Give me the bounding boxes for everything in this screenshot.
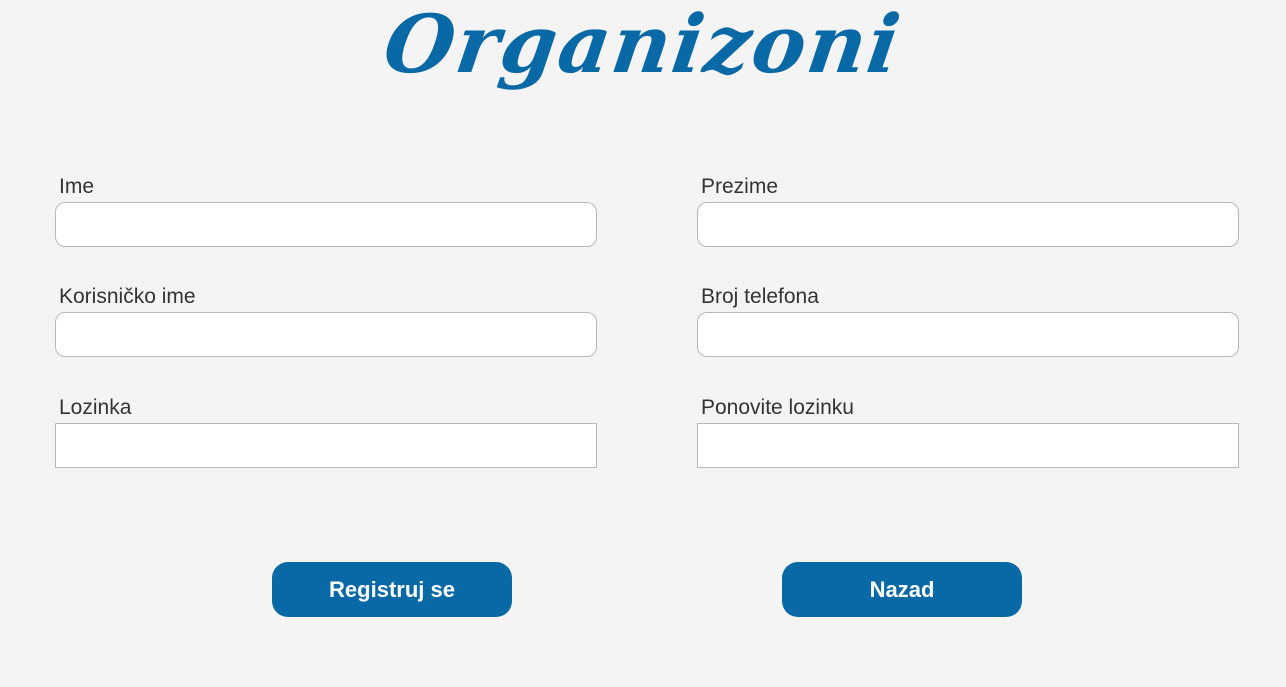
last-name-field: Prezime	[697, 172, 1239, 247]
phone-input[interactable]	[697, 312, 1239, 357]
username-field: Korisničko ime	[55, 282, 597, 357]
password-label: Lozinka	[59, 396, 132, 419]
phone-field: Broj telefona	[697, 282, 1239, 357]
password-repeat-field: Ponovite lozinku	[697, 393, 1239, 468]
first-name-input[interactable]	[55, 202, 597, 247]
back-button[interactable]: Nazad	[782, 562, 1022, 617]
app-logo: Organizoni	[378, 0, 908, 91]
password-input[interactable]	[55, 423, 597, 468]
last-name-label: Prezime	[701, 175, 779, 198]
first-name-label: Ime	[59, 175, 95, 198]
first-name-field: Ime	[55, 172, 597, 247]
last-name-input[interactable]	[697, 202, 1239, 247]
password-repeat-label: Ponovite lozinku	[701, 396, 854, 419]
password-repeat-input[interactable]	[697, 423, 1239, 468]
username-input[interactable]	[55, 312, 597, 357]
phone-label: Broj telefona	[701, 285, 819, 308]
username-label: Korisničko ime	[59, 285, 196, 308]
password-field: Lozinka	[55, 393, 597, 468]
register-button[interactable]: Registruj se	[272, 562, 512, 617]
